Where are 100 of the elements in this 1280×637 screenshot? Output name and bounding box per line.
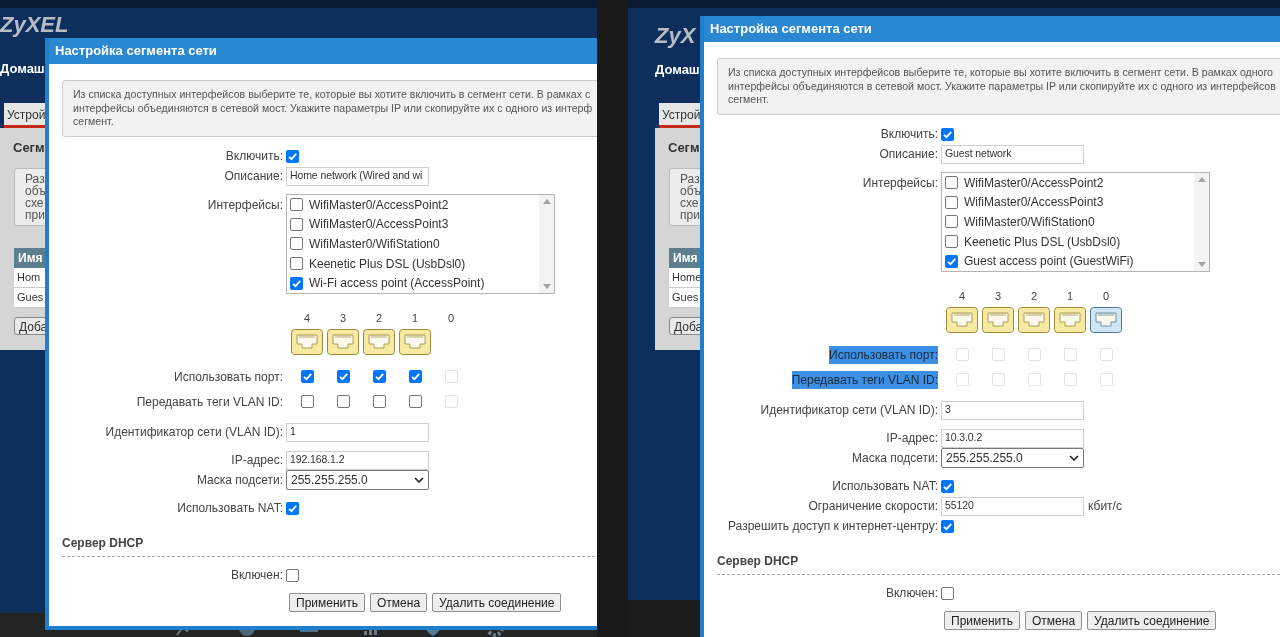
field-label: Использовать порт: — [829, 345, 938, 364]
ethernet-port-icon — [1054, 307, 1086, 333]
dropdown[interactable]: 255.255.255.0 — [941, 448, 1084, 468]
field-label: Идентификатор сети (VLAN ID): — [105, 424, 283, 441]
info-text: Раз — [680, 172, 701, 185]
list-item[interactable]: WifiMaster0/WifiStation0 — [309, 235, 440, 253]
checkbox[interactable] — [372, 395, 386, 408]
checkbox[interactable] — [286, 568, 299, 582]
dialog-button[interactable]: Удалить соединение — [432, 593, 562, 612]
field-label: Описание: — [224, 168, 283, 185]
nav-link[interactable]: Домаш — [655, 60, 700, 80]
port-number: 3 — [339, 310, 347, 326]
checkbox[interactable] — [941, 127, 954, 141]
ethernet-port-icon — [291, 329, 323, 355]
field-label: Разрешить доступ к интернет-центру: — [728, 518, 938, 535]
ethernet-port-icon — [327, 329, 359, 355]
checkbox[interactable] — [290, 217, 303, 231]
checkbox[interactable] — [300, 370, 314, 383]
ethernet-port-icon — [1090, 307, 1122, 333]
list-item[interactable]: Keenetic Plus DSL (UsbDsl0) — [964, 232, 1121, 251]
checkbox[interactable] — [408, 370, 422, 383]
dialog-title: Настройка сегмента сети — [55, 42, 217, 61]
input-field[interactable]: 3 — [941, 400, 1084, 420]
chevron-down-icon — [1069, 455, 1079, 461]
list-item[interactable]: WifiMaster0/AccessPoint2 — [309, 195, 449, 214]
field-label: Маска подсети: — [851, 450, 938, 467]
dialog-button[interactable]: Применить — [944, 611, 1020, 630]
field-label: Интерфейсы: — [862, 175, 938, 192]
scroll-up-icon[interactable] — [1197, 177, 1206, 182]
info-text: при — [25, 208, 46, 221]
list-item[interactable]: WifiMaster0/AccessPoint2 — [964, 173, 1104, 192]
field-label: Передавать теги VLAN ID: — [791, 370, 938, 389]
section-heading: Сегм — [13, 139, 45, 157]
dialog-button[interactable]: Отмена — [1025, 611, 1083, 630]
ethernet-port-icon — [399, 329, 431, 355]
logo: ZyX — [655, 24, 696, 48]
checkbox[interactable] — [941, 586, 954, 600]
checkbox[interactable] — [286, 149, 299, 163]
field-label: Интерфейсы: — [207, 197, 283, 214]
ethernet-port-icon — [946, 307, 978, 333]
checkbox[interactable] — [945, 235, 958, 249]
input-field[interactable]: Home network (Wired and wi — [286, 166, 429, 186]
checkbox[interactable] — [941, 479, 954, 493]
list-item[interactable]: Wi-Fi access point (AccessPoint) — [309, 274, 485, 293]
dialog-button[interactable]: Применить — [289, 593, 365, 612]
input-field[interactable]: 192.168.1.2 — [286, 450, 429, 470]
scroll-down-icon[interactable] — [542, 284, 551, 289]
port-number: 2 — [375, 310, 383, 326]
checkbox[interactable] — [941, 519, 954, 533]
field-label: Включен: — [886, 585, 938, 602]
port-number: 0 — [447, 310, 455, 326]
input-field[interactable]: 1 — [286, 422, 429, 442]
scrollbar[interactable] — [539, 195, 554, 293]
info-text: объ — [25, 184, 47, 197]
checkbox[interactable] — [290, 237, 303, 251]
interface-list[interactable]: WifiMaster0/AccessPoint2 WifiMaster0/AccessPoint3 WifiMaster0/WifiStation0 Keenetic Plus DSL (UsbDsl0) Guest access point (GuestWiFi) — [941, 172, 1210, 272]
field-label: Передавать теги VLAN ID: — [136, 393, 283, 411]
list-item[interactable]: WifiMaster0/AccessPoint3 — [309, 215, 449, 234]
input-field[interactable]: 55120 — [941, 496, 1084, 516]
port-number: 2 — [1030, 288, 1038, 304]
scroll-up-icon[interactable] — [542, 199, 551, 204]
scroll-down-icon[interactable] — [1197, 262, 1206, 267]
checkbox[interactable] — [290, 198, 303, 212]
dialog-button[interactable]: Удалить соединение — [1087, 611, 1217, 630]
checkbox[interactable] — [945, 254, 958, 268]
section-heading: Сегм — [668, 139, 700, 157]
checkbox[interactable] — [290, 257, 303, 271]
ethernet-port-icon — [1018, 307, 1050, 333]
logo: ZyXEL — [0, 13, 69, 37]
checkbox[interactable] — [945, 195, 958, 209]
checkbox[interactable] — [945, 215, 958, 229]
column-header: Имя — [673, 249, 698, 267]
checkbox[interactable] — [336, 395, 350, 408]
list-item[interactable]: Keenetic Plus DSL (UsbDsl0) — [309, 254, 466, 273]
info-text: при — [680, 208, 701, 221]
section-title: Сервер DHCP — [717, 554, 799, 568]
checkbox[interactable] — [300, 395, 314, 408]
checkbox[interactable] — [290, 276, 303, 290]
interface-list[interactable]: WifiMaster0/AccessPoint2 WifiMaster0/AccessPoint3 WifiMaster0/WifiStation0 Keenetic Plus DSL (UsbDsl0) Wi-Fi access point (AccessPoint) — [286, 194, 555, 294]
checkbox[interactable] — [372, 370, 386, 383]
port-number: 1 — [1066, 288, 1074, 304]
list-item[interactable]: WifiMaster0/WifiStation0 — [964, 213, 1095, 231]
info-text: объ — [680, 184, 702, 197]
scrollbar[interactable] — [1194, 173, 1209, 271]
dropdown[interactable]: 255.255.255.0 — [286, 470, 429, 490]
checkbox[interactable] — [336, 370, 350, 383]
info-text: схе — [25, 196, 45, 209]
checkbox[interactable] — [286, 501, 299, 515]
list-item[interactable]: Guest access point (GuestWiFi) — [964, 252, 1134, 271]
checkbox[interactable] — [408, 395, 422, 408]
port-number: 1 — [411, 310, 419, 326]
checkbox[interactable] — [945, 176, 958, 190]
port-number: 0 — [1102, 288, 1110, 304]
dialog-button[interactable]: Отмена — [370, 593, 428, 612]
list-item[interactable]: WifiMaster0/AccessPoint3 — [964, 193, 1104, 212]
port-number: 4 — [303, 310, 311, 326]
input-field[interactable]: Guest network — [941, 144, 1084, 164]
nav-link[interactable]: Домаш — [0, 59, 45, 79]
input-field[interactable]: 10.3.0.2 — [941, 428, 1084, 448]
dialog-title: Настройка сегмента сети — [710, 20, 872, 39]
